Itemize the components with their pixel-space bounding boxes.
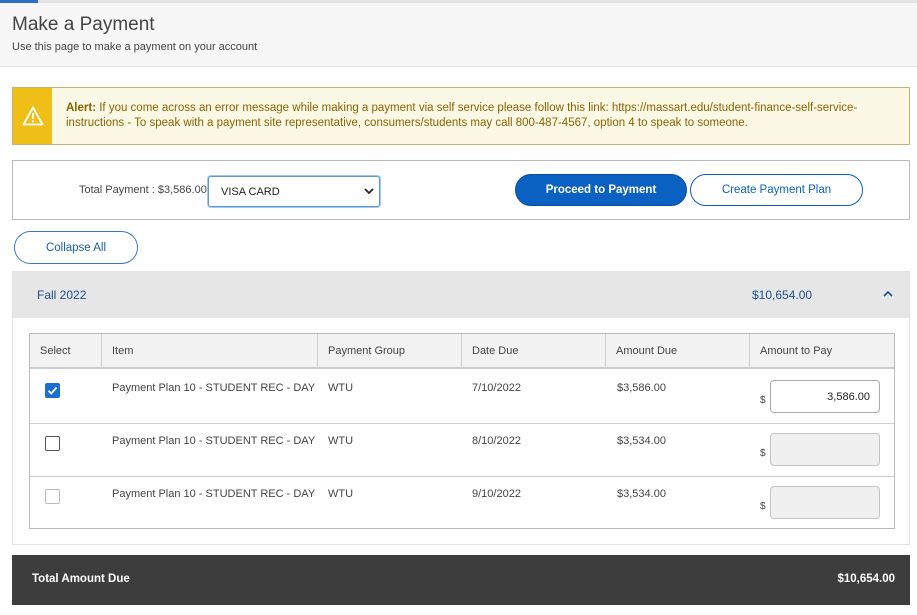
total-payment-label: Total Payment : $3,586.00 [79,184,207,196]
term-total: $10,654.00 [752,288,813,302]
total-amount-due-bar: Total Amount Due $10,654.00 [12,555,910,605]
term-section: Fall 2022 $10,654.00 Select Item Payment… [12,271,910,545]
column-header-payment-group: Payment Group [318,334,462,369]
row-amount-due: $3,586.00 [617,382,666,394]
column-header-select: Select [30,334,102,369]
row-select-checkbox[interactable] [45,436,60,451]
row-payment-group: WTU [328,382,354,394]
payment-method-select[interactable]: VISA CARD [208,176,380,207]
currency-symbol: $ [760,395,766,406]
checkmark-icon [47,386,58,395]
page-subtitle: Use this page to make a payment on your … [12,41,258,53]
table-header: Select Item Payment Group Date Due Amoun… [30,334,894,369]
table-row: Payment Plan 10 - STUDENT REC - DAY WTU … [30,371,894,424]
row-amount-due: $3,534.00 [617,488,666,500]
row-date-due: 7/10/2022 [472,382,521,394]
payment-method-value: VISA CARD [221,186,280,198]
currency-symbol: $ [760,501,766,512]
amount-to-pay-input[interactable] [770,486,880,519]
row-payment-group: WTU [328,488,354,500]
page-header: Make a Payment Use this page to make a p… [0,3,917,67]
row-date-due: 8/10/2022 [472,435,521,447]
total-amount-due-label: Total Amount Due [32,573,130,585]
row-item: Payment Plan 10 - STUDENT REC - DAY [112,488,316,500]
alert-label: Alert: [66,102,97,114]
page-title: Make a Payment [12,14,155,35]
row-item: Payment Plan 10 - STUDENT REC - DAY [112,435,316,447]
column-header-amount-due: Amount Due [606,334,750,369]
column-header-item: Item [102,334,318,369]
row-item: Payment Plan 10 - STUDENT REC - DAY [112,382,316,394]
payment-items-table: Select Item Payment Group Date Due Amoun… [29,333,895,529]
alert-message: If you come across an error message whil… [66,102,858,129]
proceed-to-payment-button[interactable]: Proceed to Payment [515,174,687,206]
row-amount-due: $3,534.00 [617,435,666,447]
alert-text: Alert: If you come across an error messa… [66,101,896,131]
row-select-checkbox[interactable] [45,489,60,504]
table-row: Payment Plan 10 - STUDENT REC - DAY WTU … [30,477,894,530]
chevron-down-icon [364,188,374,195]
row-payment-group: WTU [328,435,354,447]
table-row: Payment Plan 10 - STUDENT REC - DAY WTU … [30,424,894,477]
chevron-up-icon[interactable] [882,289,894,299]
total-amount-due-value: $10,654.00 [837,573,895,585]
term-name: Fall 2022 [37,288,87,302]
payment-options-panel: Total Payment : $3,586.00 VISA CARD Proc… [12,160,910,220]
row-date-due: 9/10/2022 [472,488,521,500]
alert-banner: Alert: If you come across an error messa… [12,87,910,145]
create-payment-plan-button[interactable]: Create Payment Plan [690,174,863,206]
warning-icon [13,88,52,144]
amount-to-pay-input[interactable] [770,433,880,466]
column-header-amount-to-pay: Amount to Pay [760,345,833,357]
row-select-checkbox[interactable] [45,383,60,398]
amount-to-pay-input[interactable]: 3,586.00 [770,380,880,413]
collapse-all-button[interactable]: Collapse All [14,231,138,264]
term-header[interactable]: Fall 2022 $10,654.00 [13,272,909,318]
column-header-date-due: Date Due [462,334,606,369]
currency-symbol: $ [760,448,766,459]
